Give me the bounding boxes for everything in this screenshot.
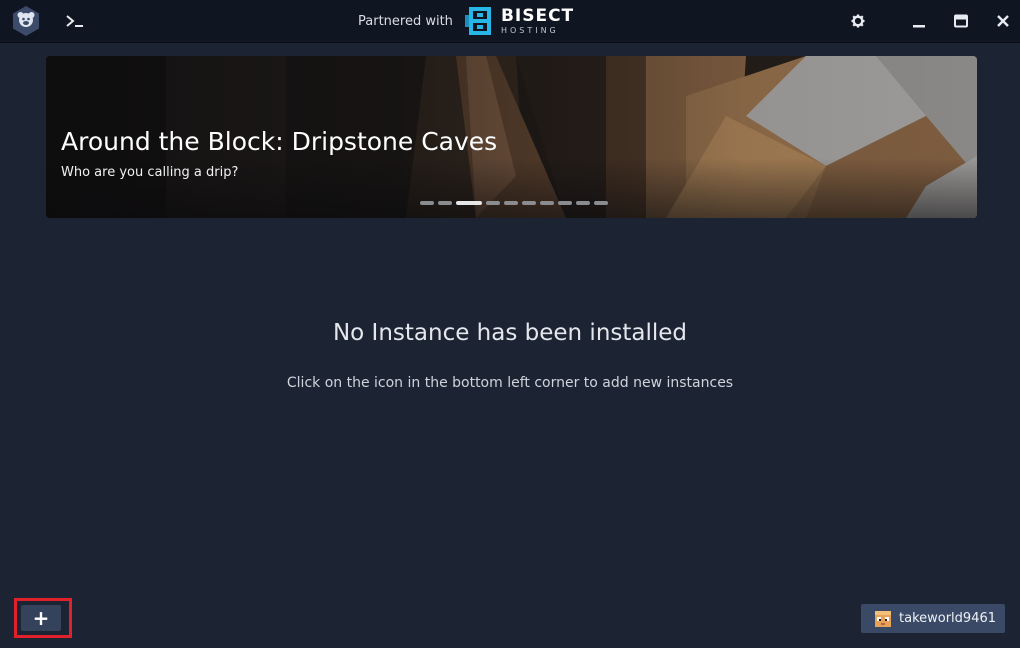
bisect-sub: HOSTING [500, 25, 559, 35]
app-window: Partnered with BISECT HOSTING Around the… [0, 0, 1020, 648]
carousel-dot[interactable] [456, 201, 482, 205]
add-instance-highlight: + [14, 598, 72, 638]
account-name: takeworld9461 [899, 611, 997, 626]
carousel-dot[interactable] [504, 201, 518, 205]
bisect-logo-icon [464, 7, 491, 35]
banner-subtitle: Who are you calling a drip? [61, 165, 239, 180]
gear-icon [851, 14, 865, 28]
bisect-name: BISECT [500, 5, 575, 26]
carousel-dot[interactable] [420, 201, 434, 205]
carousel-dot[interactable] [522, 201, 536, 205]
settings-button[interactable] [845, 8, 871, 34]
partner-banner[interactable]: Partnered with BISECT HOSTING [358, 4, 574, 38]
close-button[interactable] [990, 8, 1016, 34]
carousel-dot[interactable] [594, 201, 608, 205]
gdlauncher-logo-icon[interactable] [10, 5, 42, 37]
carousel-dot[interactable] [438, 201, 452, 205]
add-instance-button[interactable]: + [21, 605, 61, 631]
carousel-dot[interactable] [540, 201, 554, 205]
carousel-dot[interactable] [486, 201, 500, 205]
avatar [875, 610, 891, 627]
maximize-button[interactable] [948, 8, 974, 34]
minimize-button[interactable] [906, 8, 932, 34]
carousel-dot[interactable] [576, 201, 590, 205]
partner-text: Partnered with [358, 13, 453, 29]
plus-icon: + [32, 606, 50, 630]
empty-state-hint: Click on the icon in the bottom left cor… [286, 375, 734, 391]
bisect-logo: BISECT HOSTING [464, 5, 575, 37]
terminal-button[interactable] [60, 8, 90, 34]
account-button[interactable]: takeworld9461 [861, 604, 1005, 633]
news-banner[interactable]: Around the Block: Dripstone Caves Who ar… [46, 56, 977, 218]
banner-title: Around the Block: Dripstone Caves [61, 127, 498, 156]
empty-state-title: No Instance has been installed [332, 320, 688, 346]
title-bar: Partnered with BISECT HOSTING [0, 0, 1020, 43]
carousel-dots [420, 200, 608, 206]
minimize-icon [913, 25, 925, 28]
maximize-icon [954, 14, 968, 28]
terminal-icon [66, 15, 83, 27]
carousel-dot[interactable] [558, 201, 572, 205]
close-icon [997, 15, 1009, 27]
